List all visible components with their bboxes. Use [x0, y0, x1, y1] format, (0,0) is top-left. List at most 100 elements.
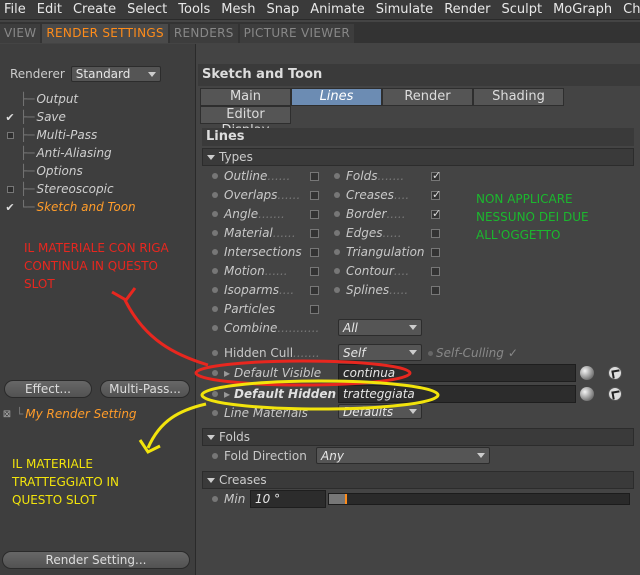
tab-main[interactable]: Main [200, 88, 291, 106]
default-visible-field[interactable]: continua [338, 364, 576, 382]
option-material[interactable]: Material...... [212, 224, 296, 242]
option-isoparms[interactable]: Isoparms.... [212, 281, 294, 299]
option-particles[interactable]: Particles [212, 300, 275, 318]
creases-section-header[interactable]: Creases [202, 471, 634, 489]
min-row: Min [212, 490, 245, 508]
default-visible-row: ▸ Default Visible [212, 364, 321, 382]
line-materials-row: Line Materials [212, 404, 308, 422]
menu-snap[interactable]: Snap [267, 2, 300, 17]
option-creases[interactable]: Creases.... [334, 186, 409, 204]
tree-item-output[interactable]: ├─ Output [0, 90, 196, 108]
option-triangulation[interactable]: Triangulation [334, 243, 425, 261]
motion-checkbox[interactable] [310, 267, 319, 276]
multi-pass-button[interactable]: Multi-Pass... [100, 380, 190, 398]
fold-direction-row: Fold Direction [212, 447, 307, 465]
option-motion[interactable]: Motion...... [212, 262, 288, 280]
menu-select[interactable]: Select [127, 2, 167, 17]
tab-editor-display[interactable]: Editor Display [200, 106, 291, 138]
material-preview-icon [580, 387, 594, 401]
tree-item-stereoscopic[interactable]: ├─ Stereoscopic [0, 180, 196, 198]
splines-checkbox[interactable] [431, 286, 440, 295]
tree-item-anti-aliasing[interactable]: ├─ Anti-Aliasing [0, 144, 196, 162]
chevron-down-icon [147, 71, 156, 77]
expand-icon[interactable]: ⊠ [0, 409, 14, 420]
option-angle[interactable]: Angle....... [212, 205, 285, 223]
menu-edit[interactable]: Edit [37, 2, 62, 17]
tab-render[interactable]: Render [382, 88, 473, 106]
particles-checkbox[interactable] [310, 305, 319, 314]
checked-icon[interactable]: ✔ [0, 111, 20, 124]
folds-section-header[interactable]: Folds [202, 428, 634, 446]
min-value-field[interactable]: 10 ° [250, 490, 326, 508]
effect-button[interactable]: Effect... [4, 380, 92, 398]
option-outline[interactable]: Outline...... [212, 167, 290, 185]
panel-tab-bar: VIEW RENDER SETTINGS RENDERS PICTURE VIE… [0, 22, 640, 43]
contour-checkbox[interactable] [431, 267, 440, 276]
border-checkbox[interactable] [431, 207, 441, 220]
option-edges[interactable]: Edges..... [334, 224, 402, 242]
menu-render[interactable]: Render [444, 2, 490, 17]
collapse-triangle-icon [207, 155, 215, 160]
tree-item-multi-pass[interactable]: ├─ Multi-Pass [0, 126, 196, 144]
isoparms-checkbox[interactable] [310, 286, 319, 295]
option-border[interactable]: Border..... [334, 205, 406, 223]
checked-icon[interactable]: ✔ [0, 201, 20, 214]
min-slider-handle[interactable] [345, 494, 347, 504]
render-setting-button[interactable]: Render Setting... [2, 551, 190, 569]
default-hidden-field[interactable]: tratteggiata [338, 385, 576, 403]
min-slider-fill [329, 494, 345, 504]
option-overlaps[interactable]: Overlaps...... [212, 186, 300, 204]
intersections-checkbox[interactable] [310, 248, 319, 257]
menu-create[interactable]: Create [73, 2, 116, 17]
pick-cursor-icon[interactable] [608, 366, 622, 380]
hidden-cull-dropdown[interactable]: Self [338, 344, 422, 361]
tree-item-sketch-and-toon[interactable]: ✔ └─ Sketch and Toon [0, 198, 196, 216]
tab-picture-viewer[interactable]: PICTURE VIEWER [239, 24, 354, 43]
min-slider[interactable] [328, 493, 630, 505]
line-materials-dropdown[interactable]: Defaults [338, 404, 422, 419]
tree-item-save[interactable]: ✔ ├─ Save [0, 108, 196, 126]
checkbox-icon[interactable] [6, 185, 14, 193]
material-checkbox[interactable] [310, 229, 319, 238]
angle-checkbox[interactable] [310, 210, 319, 219]
tree-item-options[interactable]: ├─ Options [0, 162, 196, 180]
menu-tools[interactable]: Tools [178, 2, 210, 17]
option-intersections[interactable]: Intersections [212, 243, 302, 261]
self-culling-row[interactable]: Self-Culling ✓ [428, 344, 518, 362]
checkbox-icon[interactable] [6, 131, 14, 139]
lines-section-title: Lines [202, 128, 634, 146]
menu-animate[interactable]: Animate [310, 2, 364, 17]
tab-renders[interactable]: RENDERS [169, 24, 238, 43]
menu-sculpt[interactable]: Sculpt [501, 2, 542, 17]
yellow-annotation: IL MATERIALE TRATTEGGIATO IN QUESTO SLOT [12, 457, 120, 507]
menu-simulate[interactable]: Simulate [376, 2, 433, 17]
tab-render-settings[interactable]: RENDER SETTINGS [42, 24, 168, 43]
menu-mograph[interactable]: MoGraph [553, 2, 612, 17]
my-render-setting-row[interactable]: ⊠ └ My Render Setting [0, 405, 137, 423]
creases-checkbox[interactable] [431, 188, 441, 201]
renderer-value: Standard [75, 67, 131, 81]
menu-mesh[interactable]: Mesh [221, 2, 255, 17]
fold-direction-dropdown[interactable]: Any [316, 447, 490, 464]
menu-character[interactable]: Charac [623, 2, 640, 17]
option-splines[interactable]: Splines..... [334, 281, 408, 299]
chevron-down-icon [409, 409, 417, 414]
collapse-triangle-icon [207, 478, 215, 483]
option-contour[interactable]: Contour.... [334, 262, 409, 280]
tab-view[interactable]: VIEW [0, 24, 41, 43]
overlaps-checkbox[interactable] [310, 191, 319, 200]
outline-checkbox[interactable] [310, 172, 319, 181]
tab-lines[interactable]: Lines [291, 88, 382, 106]
renderer-dropdown[interactable]: Standard [70, 66, 161, 82]
types-section-header[interactable]: Types [202, 148, 634, 166]
pick-cursor-icon[interactable] [608, 387, 622, 401]
menu-file[interactable]: File [4, 2, 26, 17]
collapse-triangle-icon [207, 435, 215, 440]
combine-dropdown[interactable]: All [338, 319, 422, 336]
chevron-down-icon [409, 325, 417, 330]
tab-shading[interactable]: Shading [473, 88, 564, 106]
folds-checkbox[interactable] [431, 169, 441, 182]
triangulation-checkbox[interactable] [431, 248, 440, 257]
option-folds[interactable]: Folds....... [334, 167, 404, 185]
edges-checkbox[interactable] [431, 229, 440, 238]
